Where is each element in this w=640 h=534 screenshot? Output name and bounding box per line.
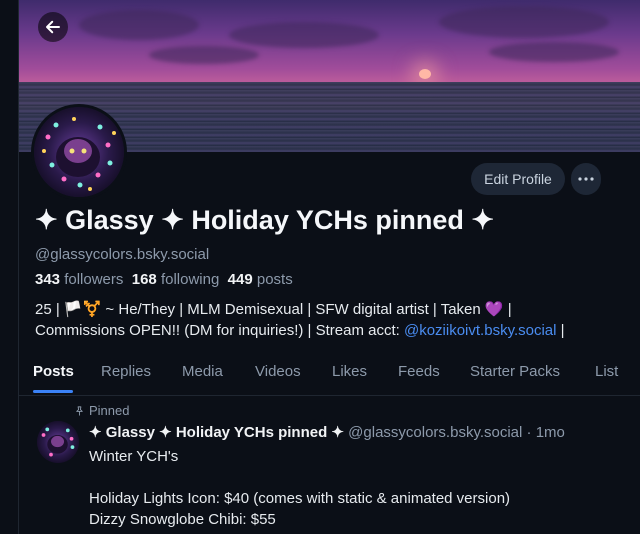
active-tab-indicator	[33, 390, 73, 393]
avatar-artwork	[37, 421, 79, 463]
more-options-button[interactable]	[571, 163, 601, 195]
profile-avatar[interactable]	[31, 104, 127, 200]
profile-bio: 25 | 🏳️⚧️ ~ He/They | MLM Demisexual | S…	[35, 299, 635, 341]
banner-cloud	[149, 46, 259, 64]
pinned-label: Pinned	[89, 403, 130, 418]
following-link[interactable]: 168 following	[132, 271, 220, 288]
profile-handle: @glassycolors.bsky.social	[35, 246, 210, 263]
profile-tabs: Posts Replies Media Videos Likes Feeds S…	[19, 353, 640, 396]
post-text: Winter YCH's Holiday Lights Icon: $40 (c…	[89, 448, 511, 528]
pinned-indicator: Pinned	[74, 403, 129, 418]
bio-text: Commissions OPEN!! (DM for inquiries!) |…	[35, 322, 404, 339]
followers-label: followers	[64, 271, 124, 288]
banner-cloud	[229, 22, 379, 48]
edit-profile-button[interactable]: Edit Profile	[471, 163, 565, 195]
tab-lists[interactable]: List	[595, 363, 618, 380]
following-label: following	[160, 271, 220, 288]
profile-stats: 343 followers 168 following 449 posts	[35, 271, 293, 288]
arrow-left-icon	[46, 20, 60, 34]
avatar-artwork	[34, 107, 124, 197]
post-separator: ·	[526, 424, 532, 441]
post-header: ✦ Glassy ✦ Holiday YCHs pinned ✦ @glassy…	[89, 423, 565, 441]
back-button[interactable]	[38, 12, 68, 42]
banner-cloud	[489, 42, 619, 62]
tab-videos[interactable]: Videos	[255, 363, 301, 380]
post-timestamp[interactable]: 1mo	[536, 424, 565, 441]
stream-account-link[interactable]: @koziikoivt.bsky.social	[404, 322, 557, 339]
profile-display-name: ✦ Glassy ✦ Holiday YCHs pinned ✦	[35, 205, 494, 235]
following-count: 168	[131, 271, 157, 288]
post-author-avatar[interactable]	[37, 421, 79, 463]
followers-link[interactable]: 343 followers	[35, 271, 123, 288]
bio-line: Commissions OPEN!! (DM for inquiries!) |…	[35, 320, 635, 341]
pin-icon	[76, 405, 83, 416]
post-author-handle[interactable]: @glassycolors.bsky.social	[348, 424, 522, 441]
post-author-name[interactable]: ✦ Glassy ✦ Holiday YCHs pinned ✦	[89, 424, 344, 441]
banner-sun	[419, 69, 431, 79]
tab-posts[interactable]: Posts	[33, 363, 74, 380]
posts-count: 449	[227, 271, 253, 288]
ellipsis-icon	[578, 177, 594, 181]
tab-starter-packs[interactable]: Starter Packs	[470, 363, 560, 380]
tab-feeds[interactable]: Feeds	[398, 363, 440, 380]
tab-replies[interactable]: Replies	[101, 363, 151, 380]
bio-line: 25 | 🏳️⚧️ ~ He/They | MLM Demisexual | S…	[35, 301, 512, 318]
tab-media[interactable]: Media	[182, 363, 223, 380]
posts-label: posts	[256, 271, 293, 288]
bio-text: |	[556, 322, 565, 339]
banner-cloud	[79, 10, 199, 40]
tab-likes[interactable]: Likes	[332, 363, 367, 380]
followers-count: 343	[35, 271, 61, 288]
banner-cloud	[439, 6, 609, 38]
